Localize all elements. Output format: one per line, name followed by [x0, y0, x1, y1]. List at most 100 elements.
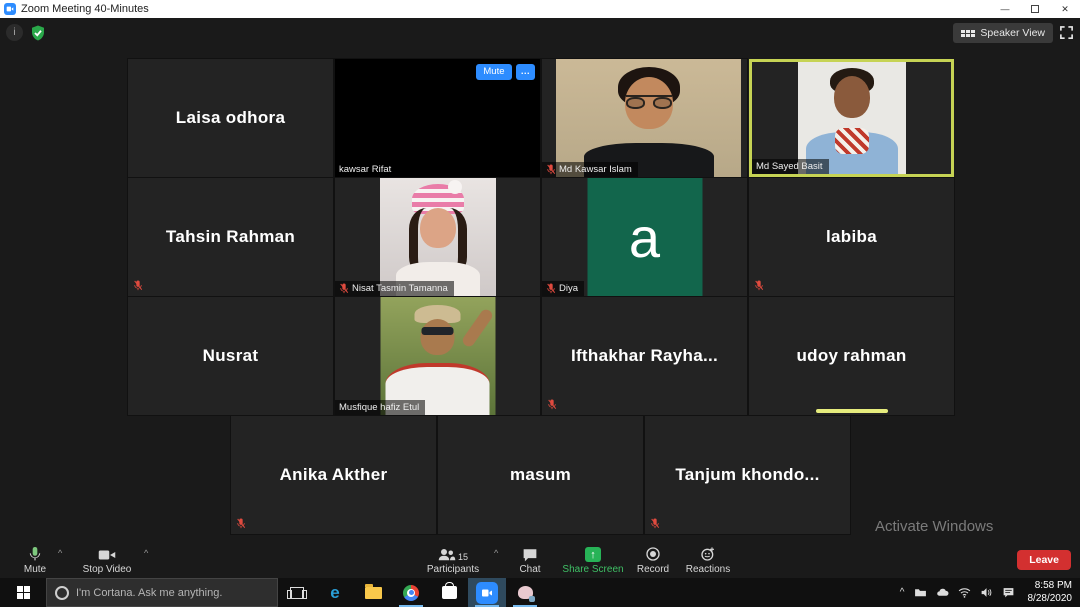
meeting-info-icon[interactable]: i [6, 24, 23, 41]
muted-mic-icon [546, 164, 556, 175]
mute-button[interactable]: Mute [12, 545, 58, 575]
window-titlebar: Zoom Meeting 40-Minutes — ✕ [0, 0, 1080, 18]
share-screen-label: Share Screen [562, 564, 623, 575]
mute-options-chevron-icon[interactable]: ^ [58, 548, 62, 558]
participant-tile[interactable]: Mute … kawsar Rifat [335, 59, 540, 177]
participant-tile[interactable]: Ifthakhar Rayha... [542, 297, 747, 415]
speaker-view-icon [961, 30, 975, 37]
task-view-icon [290, 587, 304, 599]
meeting-toolbar: Mute ^ Stop Video ^ 15 Participants ^ [0, 536, 1080, 578]
unknown-app-icon [518, 586, 533, 599]
participant-tile[interactable]: Md Kawsar Islam [542, 59, 747, 177]
share-screen-icon: ↑ [585, 547, 601, 562]
reactions-button[interactable]: Reactions [680, 545, 736, 575]
participant-name: Ifthakhar Rayha... [542, 297, 747, 415]
muted-mic-icon [339, 283, 349, 294]
muted-mic-icon [236, 518, 246, 529]
participant-video [556, 59, 741, 177]
participant-name: Nusrat [128, 297, 333, 415]
edge-button[interactable]: e [316, 578, 354, 607]
reactions-icon [700, 545, 716, 562]
fullscreen-icon[interactable] [1059, 25, 1074, 40]
security-shield-icon[interactable] [29, 24, 47, 42]
speaker-view-label: Speaker View [980, 27, 1045, 39]
cortana-icon [55, 586, 69, 600]
participant-tile[interactable]: udoy rahman [749, 297, 954, 415]
stop-video-label: Stop Video [83, 564, 132, 575]
mute-participant-button[interactable]: Mute [476, 64, 511, 80]
zoom-logo-icon [4, 3, 16, 15]
windows-taskbar: e ^ 8:58 PM 8/28/2020 [0, 578, 1080, 607]
speaker-view-button[interactable]: Speaker View [953, 23, 1053, 43]
meeting-topbar: i Speaker View [0, 22, 1080, 52]
pinned-app-button[interactable] [506, 578, 544, 607]
participant-tile[interactable]: a Diya [542, 178, 747, 296]
speaking-indicator [816, 409, 888, 413]
leave-button[interactable]: Leave [1017, 550, 1071, 570]
letter-avatar: a [587, 178, 702, 296]
participants-button[interactable]: 15 Participants [418, 545, 488, 575]
tray-folder-icon[interactable] [914, 586, 927, 599]
share-screen-button[interactable]: ↑ Share Screen [556, 545, 630, 575]
muted-mic-icon [650, 518, 660, 529]
reactions-label: Reactions [686, 564, 730, 575]
meeting-area: i Speaker View Laisa odhora Mute … [0, 18, 1080, 578]
chat-label: Chat [519, 564, 540, 575]
participant-tile[interactable]: labiba [749, 178, 954, 296]
participant-name: kawsar Rifat [339, 164, 391, 175]
action-center-icon[interactable] [1002, 586, 1015, 599]
chrome-button[interactable] [392, 578, 430, 607]
participant-tile[interactable]: Nusrat [128, 297, 333, 415]
muted-mic-icon [546, 283, 556, 294]
volume-icon[interactable] [980, 586, 993, 599]
muted-mic-icon [547, 399, 557, 410]
participant-name: Anika Akther [231, 416, 436, 534]
cortana-search-input[interactable] [76, 587, 256, 599]
windows-logo-icon [17, 586, 30, 599]
participant-tile[interactable]: Laisa odhora [128, 59, 333, 177]
participant-name: labiba [749, 178, 954, 296]
participant-name: udoy rahman [749, 297, 954, 415]
record-button[interactable]: Record [630, 545, 676, 575]
participant-video [380, 178, 496, 296]
participant-tile[interactable]: masum [438, 416, 643, 534]
store-button[interactable] [430, 578, 468, 607]
taskbar-clock[interactable]: 8:58 PM 8/28/2020 [1024, 580, 1073, 605]
cortana-search[interactable] [46, 578, 278, 607]
minimize-button[interactable]: — [990, 0, 1020, 18]
zoom-app-button[interactable] [468, 578, 506, 607]
participant-tile[interactable]: Tahsin Rahman [128, 178, 333, 296]
participants-icon [438, 548, 456, 562]
video-camera-icon [98, 545, 116, 562]
more-options-button[interactable]: … [516, 64, 536, 80]
record-icon [645, 545, 661, 562]
store-icon [442, 586, 457, 599]
participant-name: Tahsin Rahman [128, 178, 333, 296]
video-options-chevron-icon[interactable]: ^ [144, 548, 148, 558]
participant-tile-active-speaker[interactable]: Md Sayed Basit [749, 59, 954, 177]
name-label: Musfique hafiz Etul [335, 400, 425, 415]
maximize-button[interactable] [1020, 0, 1050, 18]
participant-tile[interactable]: Nisat Tasmin Tamanna [335, 178, 540, 296]
participant-name: Nisat Tasmin Tamanna [352, 283, 448, 294]
window-title: Zoom Meeting 40-Minutes [21, 3, 149, 15]
start-button[interactable] [0, 578, 46, 607]
participant-tile[interactable]: Musfique hafiz Etul [335, 297, 540, 415]
chat-button[interactable]: Chat [508, 545, 552, 575]
wifi-icon[interactable] [958, 586, 971, 599]
hidden-icons-chevron-icon[interactable]: ^ [900, 587, 905, 598]
participants-chevron-icon[interactable]: ^ [494, 548, 498, 558]
participant-video [798, 62, 906, 174]
file-explorer-button[interactable] [354, 578, 392, 607]
participant-tile[interactable]: Tanjum khondo... [645, 416, 850, 534]
chat-icon [522, 545, 538, 562]
task-view-button[interactable] [278, 578, 316, 607]
name-label: kawsar Rifat [335, 162, 397, 177]
name-label: Diya [542, 281, 584, 296]
onedrive-cloud-icon[interactable] [936, 586, 949, 599]
close-button[interactable]: ✕ [1050, 0, 1080, 18]
participant-tile[interactable]: Anika Akther [231, 416, 436, 534]
participant-name: Md Kawsar Islam [559, 164, 632, 175]
participant-video [380, 297, 495, 415]
stop-video-button[interactable]: Stop Video [76, 545, 138, 575]
